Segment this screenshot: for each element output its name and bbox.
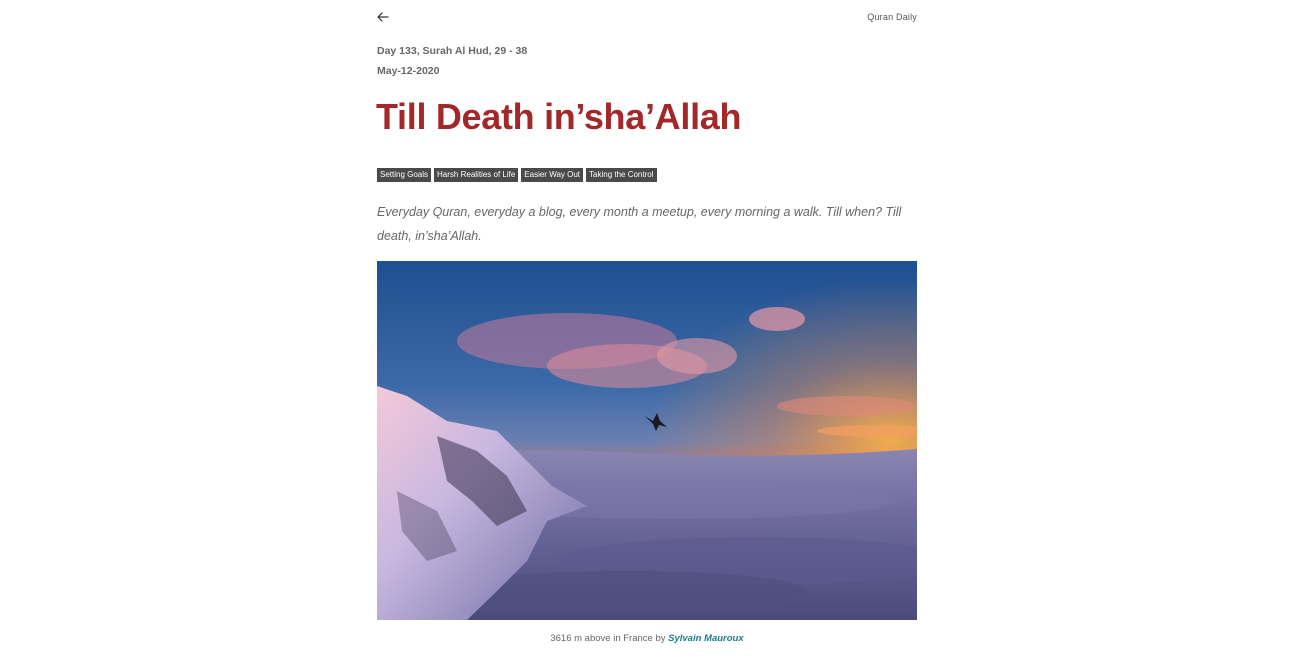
tag-taking-control[interactable]: Taking the Control (586, 168, 657, 182)
photographer-link[interactable]: Sylvain Mauroux (668, 633, 744, 644)
tag-easier-way-out[interactable]: Easier Way Out (521, 168, 584, 182)
post-title: Till Death in’sha’Allah (376, 96, 742, 137)
tag-list: Setting Goals Harsh Realities of Life Ea… (377, 168, 657, 182)
image-caption: 3616 m above in France by Sylvain Maurou… (377, 633, 917, 644)
tag-harsh-realities[interactable]: Harsh Realities of Life (434, 168, 519, 182)
brand-link[interactable]: Quran Daily (867, 12, 917, 22)
post-summary: Everyday Quran, everyday a blog, every m… (377, 205, 902, 243)
post-day-info: Day 133, Surah Al Hud, 29 - 38 (377, 45, 528, 57)
back-button[interactable] (377, 8, 393, 26)
tag-setting-goals[interactable]: Setting Goals (377, 168, 432, 182)
post-date: May-12-2020 (377, 65, 440, 77)
arrow-left-icon (377, 12, 389, 22)
hero-image (377, 261, 917, 620)
caption-text: 3616 m above in France by (550, 633, 669, 644)
top-bar: Quran Daily (377, 8, 917, 26)
